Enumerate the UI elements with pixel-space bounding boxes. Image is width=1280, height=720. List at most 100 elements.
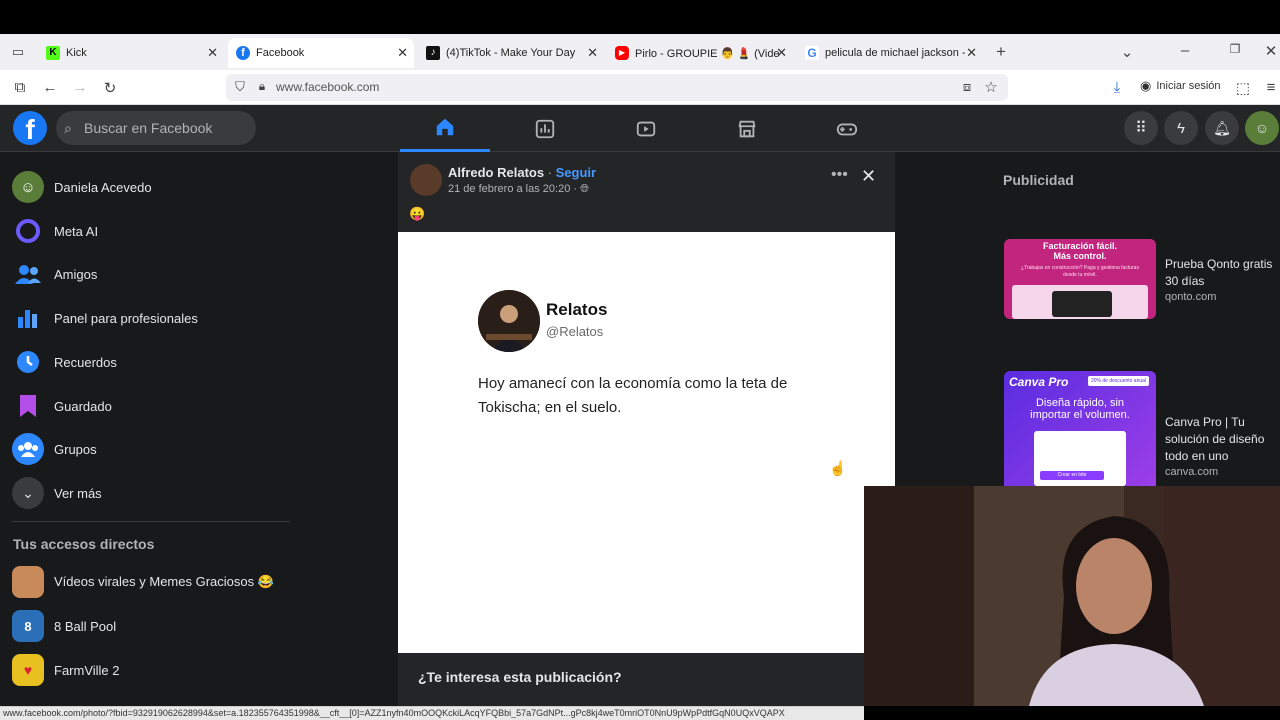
right-column: Publicidad Facturación fácil. Más contro… xyxy=(895,152,1280,486)
nav-gaming[interactable] xyxy=(802,105,892,152)
sidebar-item-saved[interactable]: Guardado xyxy=(12,386,112,426)
close-tab-icon[interactable]: ✕ xyxy=(587,45,598,61)
minimize-button[interactable]: – xyxy=(1176,42,1194,59)
youtube-favicon-icon: ▶ xyxy=(615,46,629,60)
sidebar-item-professional-dashboard[interactable]: Panel para profesionales xyxy=(12,298,198,338)
sidebar-item-label: Meta AI xyxy=(54,223,99,239)
new-tab-button[interactable]: + xyxy=(992,42,1010,62)
kick-favicon-icon: K xyxy=(46,46,60,60)
friends-icon xyxy=(12,258,44,290)
sidebar-item-meta-ai[interactable]: Meta AI xyxy=(12,211,98,251)
tab-kick[interactable]: K Kick ✕ xyxy=(38,38,224,68)
tab-list-chevron-icon[interactable]: ⌄ xyxy=(1118,43,1136,61)
picture-in-picture-icon[interactable]: ⧈ xyxy=(958,79,976,95)
post-image[interactable]: Relatos @Relatos Hoy amanecí con la econ… xyxy=(398,232,895,653)
extensions-icon[interactable]: ⬚ xyxy=(1234,79,1252,97)
close-post-button[interactable]: ✕ xyxy=(861,166,876,187)
shortcut-page-icon xyxy=(12,566,44,598)
account-icon: ◉ xyxy=(1140,78,1152,93)
close-tab-icon[interactable]: ✕ xyxy=(397,45,408,61)
post-date[interactable]: 21 de febrero a las 20:20 · xyxy=(448,183,580,195)
interest-prompt: ¿Te interesa esta publicación? xyxy=(418,669,622,685)
shortcut-item-viral-videos[interactable]: Vídeos virales y Memes Graciosos 😂 xyxy=(12,562,274,602)
search-input[interactable]: ⌕ Buscar en Facebook xyxy=(56,111,256,145)
ad-banner-qonto[interactable]: Facturación fácil. Más control. ¿Trabaja… xyxy=(1004,239,1156,319)
sidebar-item-label: Recuerdos xyxy=(54,354,117,370)
sidebar-item-friends[interactable]: Amigos xyxy=(12,254,97,294)
ad-banner-canva[interactable]: Canva Pro 20% de descuento anual Diseña … xyxy=(1004,371,1156,486)
avatar-icon: ☺ xyxy=(12,171,44,203)
close-tab-icon[interactable]: ✕ xyxy=(776,45,787,61)
top-black-bar xyxy=(0,0,1280,34)
tiktok-favicon-icon: ♪ xyxy=(426,46,440,60)
google-favicon-icon: G xyxy=(805,46,819,60)
reload-button[interactable]: ↻ xyxy=(101,79,119,97)
nav-video[interactable] xyxy=(601,105,691,152)
forward-button[interactable]: → xyxy=(71,79,89,96)
close-window-button[interactable]: ✕ xyxy=(1262,42,1280,60)
ads-heading: Publicidad xyxy=(1003,172,1074,188)
menu-icon[interactable]: ≡ xyxy=(1262,79,1280,96)
nav-marketplace[interactable] xyxy=(702,105,792,152)
more-options-button[interactable]: ••• xyxy=(831,166,848,184)
embedded-name: Relatos xyxy=(546,300,608,319)
post-author-name[interactable]: Alfredo Relatos xyxy=(448,165,544,180)
messenger-button[interactable]: ϟ xyxy=(1164,111,1198,145)
search-placeholder: Buscar en Facebook xyxy=(84,120,213,136)
signin-label: Iniciar sesión xyxy=(1156,80,1221,92)
address-bar[interactable]: ⛉ 🔒︎ www.facebook.com ⧈ ☆ xyxy=(226,74,1008,101)
bookmark-star-icon[interactable]: ☆ xyxy=(982,78,1000,96)
url-text: www.facebook.com xyxy=(276,80,380,94)
chevron-down-icon: ⌄ xyxy=(12,477,44,509)
separator: · xyxy=(544,165,556,180)
post-author-avatar[interactable] xyxy=(410,164,442,196)
shortcut-item-farmville-2[interactable]: ♥ FarmVille 2 xyxy=(12,650,120,690)
tracking-shield-icon[interactable]: ⛉ xyxy=(231,79,249,95)
farmville-icon: ♥ xyxy=(12,654,44,686)
signin-button[interactable]: ◉ Iniciar sesión xyxy=(1140,78,1221,94)
post-date-line: 21 de febrero a las 20:20 · 🌐︎ xyxy=(448,183,589,196)
tab-actions-icon[interactable]: ▭ xyxy=(9,44,27,60)
post-author-line: Alfredo Relatos · Seguir xyxy=(448,165,596,180)
tab-facebook[interactable]: f Facebook ✕ xyxy=(228,38,414,68)
tab-google[interactable]: G pelicula de michael jackson - B ✕ xyxy=(797,38,983,68)
ad-banner-button: Crear en lote xyxy=(1040,471,1104,480)
sidebar-item-see-more[interactable]: ⌄ Ver más xyxy=(12,473,102,513)
sidebar-divider xyxy=(12,521,290,522)
nav-home[interactable] xyxy=(400,105,490,152)
ad-banner-mockup: Crear en lote xyxy=(1034,431,1126,486)
follow-button[interactable]: Seguir xyxy=(556,165,596,180)
close-tab-icon[interactable]: ✕ xyxy=(207,45,218,61)
nav-dashboard[interactable] xyxy=(500,105,590,152)
restore-button[interactable]: ❐ xyxy=(1226,42,1244,56)
sidebar-item-groups[interactable]: Grupos xyxy=(12,429,97,469)
ad-banner-line: Facturación fácil. xyxy=(1042,241,1118,251)
menu-grid-button[interactable]: ⠿ xyxy=(1124,111,1158,145)
profile-avatar[interactable]: ☺ xyxy=(1245,111,1279,145)
bell-icon: 🔔︎ xyxy=(1213,119,1231,136)
downloads-icon[interactable]: ⤓ xyxy=(1108,79,1126,96)
browser-toolbar: ⧉ ← → ↻ ⛉ 🔒︎ www.facebook.com ⧈ ☆ ⤓ ◉ In… xyxy=(0,70,1280,105)
dashboard-icon xyxy=(535,119,555,138)
facebook-logo[interactable]: f xyxy=(13,111,47,145)
globe-icon: 🌐︎ xyxy=(580,183,589,195)
lock-icon[interactable]: 🔒︎ xyxy=(253,79,271,94)
tab-youtube[interactable]: ▶ Pirlo - GROUPIE 👨 💄 (Vide ✕ xyxy=(607,38,793,68)
ad-headline[interactable]: Canva Pro | Tu solución de diseño todo e… xyxy=(1165,414,1280,465)
sidebar-item-label: Grupos xyxy=(54,441,97,457)
messenger-icon: ϟ xyxy=(1177,119,1185,137)
ad-headline[interactable]: Prueba Qonto gratis 30 días xyxy=(1165,256,1280,290)
status-bar: www.facebook.com/photo/?fbid=93291906262… xyxy=(0,706,864,720)
sidebar-item-profile[interactable]: ☺ Daniela Acevedo xyxy=(12,167,152,207)
tab-tiktok[interactable]: ♪ (4)TikTok - Make Your Day ✕ xyxy=(418,38,604,68)
workspaces-icon[interactable]: ⧉ xyxy=(11,79,29,96)
shortcut-item-8-ball-pool[interactable]: 8 8 Ball Pool xyxy=(12,606,116,646)
close-tab-icon[interactable]: ✕ xyxy=(966,45,977,61)
tab-title: pelicula de michael jackson - B xyxy=(825,47,965,59)
back-button[interactable]: ← xyxy=(41,79,59,96)
sidebar-item-label: Amigos xyxy=(54,266,98,282)
tab-title: (4)TikTok - Make Your Day xyxy=(446,47,576,59)
shortcut-label: FarmVille 2 xyxy=(54,662,120,678)
notifications-button[interactable]: 🔔︎ xyxy=(1205,111,1239,145)
sidebar-item-memories[interactable]: Recuerdos xyxy=(12,342,117,382)
